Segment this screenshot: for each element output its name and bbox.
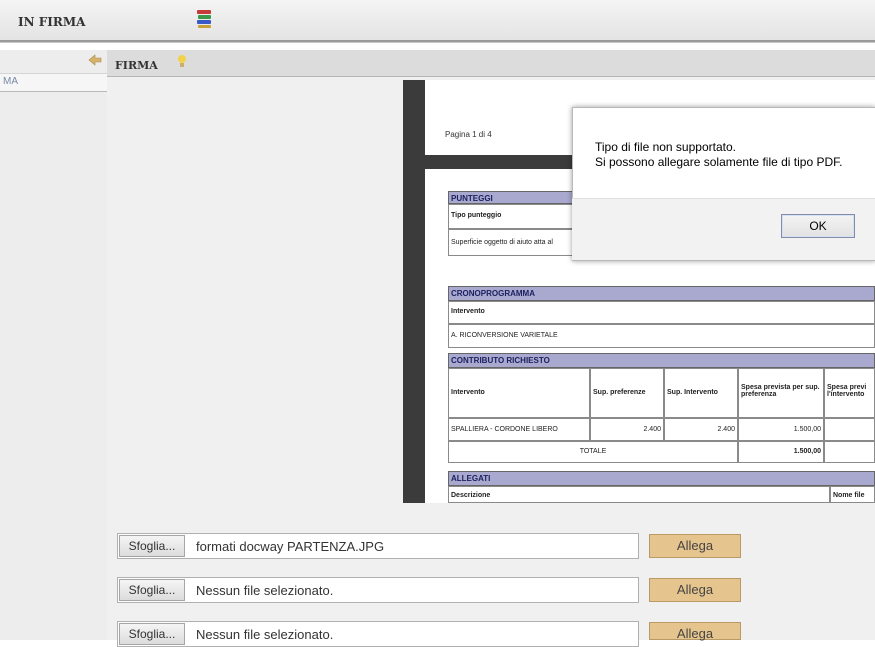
contributo-col-sup-intervento: Sup. Intervento xyxy=(664,368,738,418)
dialog-message-line2: Si possono allegare solamente file di ti… xyxy=(595,155,843,169)
selected-file-name: formati docway PARTENZA.JPG xyxy=(196,539,385,554)
browse-button[interactable]: Sfoglia... xyxy=(119,623,185,645)
punteggi-column: Tipo punteggio xyxy=(448,204,573,229)
contributo-col-sup-preferenze: Sup. preferenze xyxy=(590,368,664,418)
document-header-bar xyxy=(425,155,573,169)
allegati-col-descrizione: Descrizione xyxy=(448,486,830,503)
contributo-cell: 1.500,00 xyxy=(738,418,824,441)
section-title: FIRMA xyxy=(115,59,158,72)
divider xyxy=(0,42,875,43)
left-panel xyxy=(0,50,108,640)
contributo-total-value: 1.500,00 xyxy=(738,441,824,463)
contributo-cell: 2.400 xyxy=(664,418,738,441)
contributo-cell: SPALLIERA - CORDONE LIBERO xyxy=(448,418,590,441)
contributo-header: CONTRIBUTO RICHIESTO xyxy=(448,353,875,368)
file-upload-field[interactable]: Sfoglia... formati docway PARTENZA.JPG xyxy=(117,533,639,559)
file-upload-field[interactable]: Sfoglia... Nessun file selezionato. xyxy=(117,577,639,603)
contributo-total-cell xyxy=(824,441,875,463)
cronoprogramma-header: CRONOPROGRAMMA xyxy=(448,286,875,301)
contributo-col-spesa-intervento: Spesa previ l'intervento xyxy=(824,368,875,418)
contributo-cell: 2.400 xyxy=(590,418,664,441)
document-sidebar xyxy=(403,80,425,503)
ok-button[interactable]: OK xyxy=(781,214,855,238)
section-bar: FIRMA xyxy=(107,50,875,77)
file-upload-field[interactable]: Sfoglia... Nessun file selezionato. xyxy=(117,621,639,647)
browse-button[interactable]: Sfoglia... xyxy=(119,535,185,557)
selected-file-name: Nessun file selezionato. xyxy=(196,583,334,598)
lightbulb-icon[interactable] xyxy=(177,53,187,69)
page-indicator: Pagina 1 di 4 xyxy=(445,130,492,139)
attach-button[interactable]: Allega xyxy=(649,534,741,558)
top-bar: IN FIRMA xyxy=(0,0,875,42)
punteggi-row: Superficie oggetto di aiuto atta al xyxy=(448,229,573,256)
cronoprogramma-column: Intervento xyxy=(448,301,875,324)
cronoprogramma-row: A. RICONVERSIONE VARIETALE xyxy=(448,324,875,348)
left-panel-tab[interactable]: MA xyxy=(0,73,107,92)
attach-button[interactable]: Allega xyxy=(649,622,741,641)
top-bar-title: IN FIRMA xyxy=(18,15,86,29)
contributo-cell xyxy=(824,418,875,441)
left-panel-tab-label: MA xyxy=(3,76,18,87)
contributo-col-intervento: Intervento xyxy=(448,368,590,418)
contributo-total-label: TOTALE xyxy=(448,441,738,463)
punteggi-header: PUNTEGGI xyxy=(448,191,573,204)
allegati-col-nome-file: Nome file xyxy=(830,486,875,503)
attach-button[interactable]: Allega xyxy=(649,578,741,602)
books-icon[interactable] xyxy=(196,7,212,29)
allegati-header: ALLEGATI xyxy=(448,471,875,486)
contributo-col-spesa-preferenza: Spesa prevista per sup. preferenza xyxy=(738,368,824,418)
browse-button[interactable]: Sfoglia... xyxy=(119,579,185,601)
arrow-icon[interactable] xyxy=(88,53,102,67)
dialog-message-line1: Tipo di file non supportato. xyxy=(595,140,736,154)
